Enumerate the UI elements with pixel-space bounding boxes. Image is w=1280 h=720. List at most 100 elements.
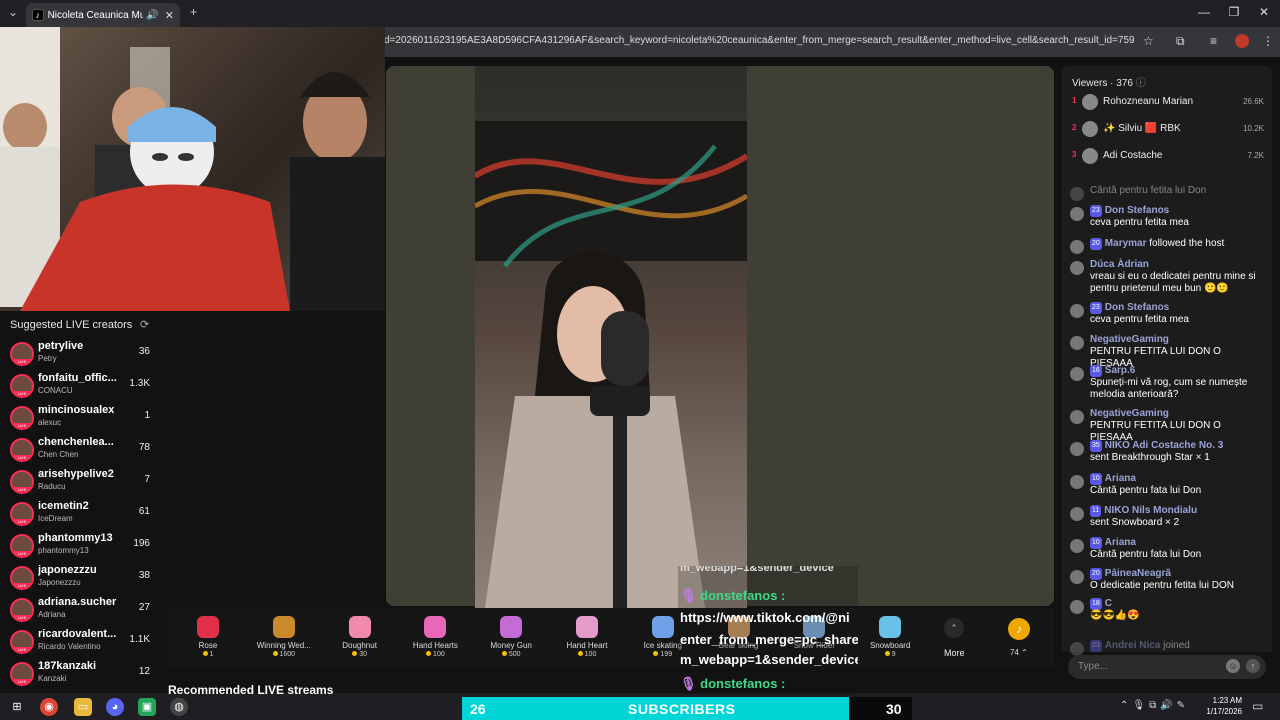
notifications-icon[interactable]: ▭ (1252, 699, 1263, 713)
gift-name: Hand Hearts (412, 641, 458, 650)
windows-start-icon[interactable]: ⊞ (8, 698, 26, 716)
system-tray[interactable]: ⌃🎙⧉🔊✎ (1120, 700, 1189, 711)
chat-username[interactable]: PâineaNeagră (1105, 568, 1171, 579)
gift-price: 100 (400, 651, 470, 658)
chat-avatar[interactable] (1070, 600, 1084, 614)
creator-viewer-count: 7 (144, 474, 150, 485)
creator-avatar: LIVE (10, 470, 34, 494)
obs-icon[interactable]: ◍ (170, 698, 188, 716)
chat-username[interactable]: NegativeGaming (1090, 408, 1169, 419)
tab-search-icon[interactable]: ⌄ (8, 5, 18, 19)
creator-subtitle: phantommy13 (38, 546, 89, 555)
creator-item[interactable]: LIVE adriana.sucher Adriana 27 (8, 596, 156, 626)
emoji-icon[interactable]: ☺ (1226, 659, 1240, 673)
bookmark-star-icon[interactable]: ☆ (1143, 34, 1154, 48)
chat-message: 23 Don Stefanos ceva pentru fetita mea (1070, 302, 1266, 326)
chat-username[interactable]: Don Stefanos (1105, 302, 1169, 313)
chat-avatar[interactable] (1070, 207, 1084, 221)
chat-username[interactable]: C (1105, 598, 1112, 609)
chat-username[interactable]: Andrei Nica (1105, 640, 1161, 651)
creator-item[interactable]: LIVE chenchenlea... Chen Chen 78 (8, 436, 156, 466)
close-window-button[interactable]: ✕ (1244, 5, 1280, 19)
profile-avatar[interactable] (1235, 34, 1249, 48)
creator-name: 187kanzaki (38, 660, 97, 672)
live-video[interactable] (475, 66, 747, 608)
viewer-row[interactable]: 1 Rohozneanu Marian 26.6K (1072, 92, 1268, 112)
creator-item[interactable]: LIVE japonezzzu Japonezzzu 38 (8, 564, 156, 594)
chat-username[interactable]: Dúca Àdrian (1090, 259, 1149, 270)
coin-icon[interactable]: ♪ (1008, 618, 1030, 640)
gift-item[interactable]: Money Gun 500 (476, 612, 546, 658)
creator-avatar: LIVE (10, 406, 34, 430)
chat-avatar[interactable] (1070, 304, 1084, 318)
discord-icon[interactable]: ◕ (106, 698, 124, 716)
chat-avatar[interactable] (1070, 336, 1084, 350)
chat-avatar[interactable] (1070, 539, 1084, 553)
more-gifts-chevron-icon[interactable]: ⌃ (944, 618, 964, 638)
refresh-icon[interactable]: ⟳ (140, 318, 149, 331)
speaker-icon[interactable]: 🔊 (146, 10, 158, 21)
info-icon[interactable]: ⓘ (1136, 78, 1146, 89)
chat-username[interactable]: NIKO Adi Costache No. 3 (1105, 440, 1224, 451)
viewer-row[interactable]: 2 ✨ Silviu 🟥 RBK 10.2K (1072, 119, 1268, 139)
chat-text: 😎😎👍😍 (1090, 610, 1140, 621)
chat-username[interactable]: NIKO Nils Mondialu (1104, 505, 1197, 516)
coin-balance-value: 74 (1010, 648, 1019, 657)
creator-item[interactable]: LIVE phantommy13 phantommy13 196 (8, 532, 156, 562)
creator-item[interactable]: LIVE 187kanzaki Kanzaki 12 (8, 660, 156, 690)
creator-item[interactable]: LIVE ricardovalent... Ricardo Valentino 1.1… (8, 628, 156, 658)
browser-tab[interactable]: ♪ Nicoleta Ceaunica Music (@ 🔊 ✕ (26, 3, 180, 27)
send-icon[interactable]: ↑ (1246, 659, 1260, 673)
chat-avatar[interactable] (1070, 507, 1084, 521)
chat-avatar[interactable] (1070, 570, 1084, 584)
file-explorer-icon[interactable]: ▭ (74, 698, 92, 716)
creator-subtitle: alexuc (38, 418, 62, 427)
app-icon[interactable]: ▣ (138, 698, 156, 716)
gift-item[interactable]: Winning Wed... 1600 (249, 612, 319, 658)
gift-item[interactable]: Snowboard 9 (855, 612, 925, 658)
gift-icon (500, 616, 523, 638)
chat-username[interactable]: Marymar (1105, 238, 1147, 249)
chat-avatar[interactable] (1070, 642, 1084, 656)
chat-avatar[interactable] (1070, 410, 1084, 424)
creator-item[interactable]: LIVE icemetin2 IceDream 61 (8, 500, 156, 530)
gift-item[interactable]: Doughnut 30 (325, 612, 395, 658)
chat-username[interactable]: Don Stefanos (1105, 205, 1169, 216)
creator-viewer-count: 27 (138, 602, 150, 613)
creator-item[interactable]: LIVE mincinosualex alexuc 1 (8, 404, 156, 434)
menu-kebab-icon[interactable]: ⋮ (1262, 34, 1274, 48)
gift-item[interactable]: Rose 1 (173, 612, 243, 658)
creator-subtitle: Petry (38, 354, 57, 363)
tab-close-button[interactable]: ✕ (165, 9, 174, 22)
taskbar-clock[interactable]: 1:23 AM 1/17/2026 (1200, 695, 1242, 717)
coin-balance[interactable]: 74 ⌃ (1010, 648, 1028, 657)
stream-chat-overlay: m_webapp=1&sender_device 🎙 donstefanos :… (678, 566, 858, 694)
creator-viewer-count: 196 (133, 538, 150, 549)
creator-item[interactable]: LIVE arisehypelive2 Raducu 7 (8, 468, 156, 498)
url-field[interactable]: d=2026011623195AE3A8D596CFA431296AF&sear… (384, 35, 1134, 46)
chat-avatar[interactable] (1070, 240, 1084, 254)
webcam-scene (0, 27, 385, 311)
chat-avatar[interactable] (1070, 367, 1084, 381)
chat-username[interactable]: Ariana (1105, 473, 1136, 484)
chat-avatar[interactable] (1070, 442, 1084, 456)
chat-text: vreau si eu o dedicatei pentru mine si p… (1090, 271, 1256, 294)
extensions-icon[interactable]: ⧉ (1176, 34, 1185, 49)
more-gifts-button[interactable]: More (944, 648, 965, 658)
creator-item[interactable]: LIVE fonfaitu_offic... CONACU 1.3K (8, 372, 156, 402)
chat-message: 10 Ariana Cântă pentru fata lui Don (1070, 537, 1266, 561)
gift-item[interactable]: Hand Heart 100 (552, 612, 622, 658)
creator-item[interactable]: LIVE petrylive Petry 36 (8, 340, 156, 370)
gift-item[interactable]: Hand Hearts 100 (400, 612, 470, 658)
new-tab-button[interactable]: + (190, 5, 197, 19)
chat-avatar[interactable] (1070, 261, 1084, 275)
chat-username[interactable]: NegativeGaming (1090, 334, 1169, 345)
clock-time: 1:23 AM (1212, 696, 1242, 705)
chat-username[interactable]: Ariana (1105, 537, 1136, 548)
chat-avatar[interactable] (1070, 187, 1084, 201)
chat-avatar[interactable] (1070, 475, 1084, 489)
chat-username[interactable]: Sarp.6 (1105, 365, 1136, 376)
media-control-icon[interactable]: ≡ (1210, 34, 1217, 48)
viewer-row[interactable]: 3 Adi Costache 7.2K (1072, 146, 1268, 166)
chrome-icon[interactable]: ◉ (40, 698, 58, 716)
